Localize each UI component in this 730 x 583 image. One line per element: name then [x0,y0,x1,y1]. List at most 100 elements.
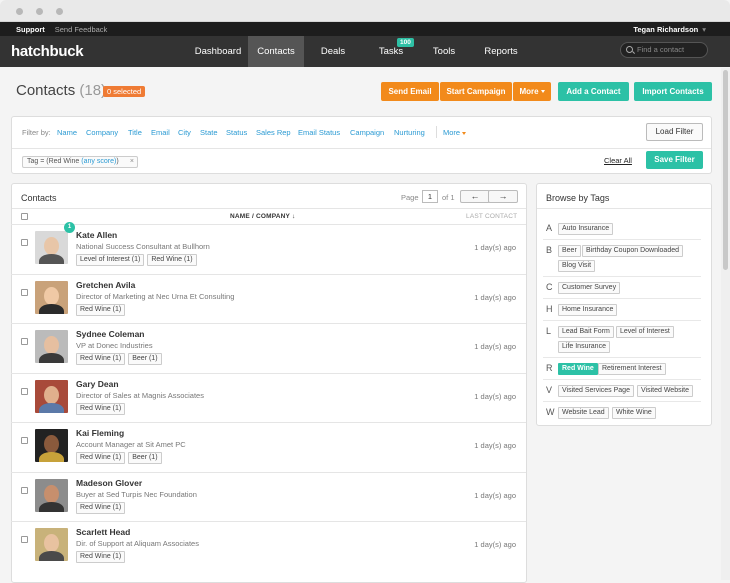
nav-deals[interactable]: Deals [304,36,362,67]
row-checkbox[interactable] [21,338,28,345]
contact-search-input[interactable]: Find a contact [620,42,708,58]
window-minimize-icon[interactable] [36,8,43,15]
browse-tag[interactable]: Website Lead [558,407,609,419]
add-contact-button[interactable]: Add a Contact [558,82,629,101]
browse-tag[interactable]: Life Insurance [558,341,610,353]
browse-tag[interactable]: Customer Survey [558,282,621,294]
table-row[interactable]: Gretchen Avila Director of Marketing at … [11,274,526,324]
scrollbar-thumb[interactable] [723,70,728,270]
browse-tag[interactable]: Beer [558,245,581,257]
browse-tag[interactable]: Level of Interest [616,326,674,338]
browse-tag[interactable]: White Wine [612,407,656,419]
table-row[interactable]: Kai Fleming Account Manager at Sit Amet … [11,422,526,472]
filter-email[interactable]: Email [151,128,170,137]
contact-tag[interactable]: Red Wine (1) [76,353,126,365]
contact-tag[interactable]: Beer (1) [128,353,162,365]
contact-name[interactable]: Madeson Glover [76,478,142,488]
contact-tag[interactable]: Red Wine (1) [76,304,126,316]
previous-page-button[interactable]: ← [460,190,490,203]
start-campaign-button[interactable]: Start Campaign [440,82,512,101]
avatar[interactable] [35,231,68,264]
nav-tasks[interactable]: Tasks 100 [362,36,420,67]
row-checkbox[interactable] [21,487,28,494]
load-filter-button[interactable]: Load Filter [646,123,703,141]
contact-name[interactable]: Kai Fleming [76,428,124,438]
last-contact: 1 day(s) ago [474,441,516,450]
row-checkbox[interactable] [21,239,28,246]
feedback-link[interactable]: Send Feedback [55,25,108,34]
nav-contacts[interactable]: Contacts [248,36,304,67]
table-row[interactable]: Madeson Glover Buyer at Sed Turpis Nec F… [11,472,526,522]
browse-tag[interactable]: Birthday Coupon Downloaded [582,245,684,257]
avatar[interactable] [35,380,68,413]
browse-tag-selected[interactable]: Red Wine [558,363,598,375]
table-row[interactable]: 1 Kate Allen National Success Consultant… [11,222,526,274]
browse-tags-title: Browse by Tags [546,193,610,203]
browse-tag[interactable]: Home Insurance [558,304,618,316]
filter-title[interactable]: Title [128,128,142,137]
window-close-icon[interactable] [16,8,23,15]
table-row[interactable]: Scarlett Head Dir. of Support at Aliquam… [11,521,526,571]
contact-name[interactable]: Sydnee Coleman [76,329,145,339]
filter-state[interactable]: State [200,128,218,137]
filter-sales-rep[interactable]: Sales Rep [256,128,291,137]
hatchbuck-logo[interactable]: hatchbuck [11,43,84,60]
contact-tag[interactable]: Red Wine (1) [76,551,126,563]
row-checkbox[interactable] [21,536,28,543]
close-icon[interactable]: × [130,157,134,167]
row-checkbox[interactable] [21,289,28,296]
filter-more[interactable]: More [443,128,467,137]
browse-tag[interactable]: Visited Website [637,385,693,397]
contact-tag[interactable]: Level of Interest (1) [76,254,145,266]
row-checkbox[interactable] [21,437,28,444]
select-all-checkbox[interactable] [21,213,28,220]
active-filter-chip[interactable]: Tag = (Red Wine (any score)) × [22,156,138,168]
table-row[interactable]: Gary Dean Director of Sales at Magnis As… [11,373,526,423]
sort-name-company[interactable]: NAME / COMPANY ↓ [230,213,295,220]
avatar[interactable] [35,281,68,314]
contact-tag[interactable]: Beer (1) [128,452,162,464]
row-checkbox[interactable] [21,388,28,395]
contact-tag[interactable]: Red Wine (1) [76,502,126,514]
filter-email-status[interactable]: Email Status [298,128,340,137]
utility-bar: Support Send Feedback Tegan Richardson ▾ [0,22,730,36]
avatar[interactable] [35,330,68,363]
next-page-button[interactable]: → [488,190,518,203]
avatar[interactable] [35,528,68,561]
send-email-button[interactable]: Send Email [381,82,439,101]
filter-name[interactable]: Name [57,128,77,137]
contact-name[interactable]: Gretchen Avila [76,280,135,290]
avatar[interactable] [35,479,68,512]
filter-nurturing[interactable]: Nurturing [394,128,425,137]
browse-tag[interactable]: Lead Bait Form [558,326,614,338]
avatar[interactable] [35,429,68,462]
user-menu[interactable]: Tegan Richardson ▾ [633,25,706,34]
filter-city[interactable]: City [178,128,191,137]
browse-tag[interactable]: Auto Insurance [558,223,614,235]
window-zoom-icon[interactable] [56,8,63,15]
import-contacts-button[interactable]: Import Contacts [634,82,712,101]
browse-tag[interactable]: Retirement Interest [598,363,666,375]
tag-group-divider [543,379,701,380]
save-filter-button[interactable]: Save Filter [646,151,703,169]
filter-company[interactable]: Company [86,128,118,137]
filter-campaign[interactable]: Campaign [350,128,384,137]
filter-status[interactable]: Status [226,128,247,137]
contact-tag[interactable]: Red Wine (1) [147,254,197,266]
contact-name[interactable]: Scarlett Head [76,527,130,537]
nav-reports[interactable]: Reports [474,36,528,67]
clear-all-link[interactable]: Clear All [604,156,632,165]
nav-tools[interactable]: Tools [420,36,468,67]
page-number-input[interactable]: 1 [422,190,438,203]
support-link[interactable]: Support [16,25,45,34]
contact-name[interactable]: Kate Allen [76,230,117,240]
browse-tag[interactable]: Blog Visit [558,260,596,272]
contact-tag[interactable]: Red Wine (1) [76,452,126,464]
browse-tag[interactable]: Visited Services Page [558,385,634,397]
contact-name[interactable]: Gary Dean [76,379,119,389]
sort-last-contact[interactable]: LAST CONTACT [466,213,517,220]
contact-tag[interactable]: Red Wine (1) [76,403,126,415]
table-row[interactable]: Sydnee Coleman VP at Donec Industries Re… [11,323,526,373]
more-actions-button[interactable]: More [513,82,551,101]
nav-dashboard[interactable]: Dashboard [188,36,248,67]
